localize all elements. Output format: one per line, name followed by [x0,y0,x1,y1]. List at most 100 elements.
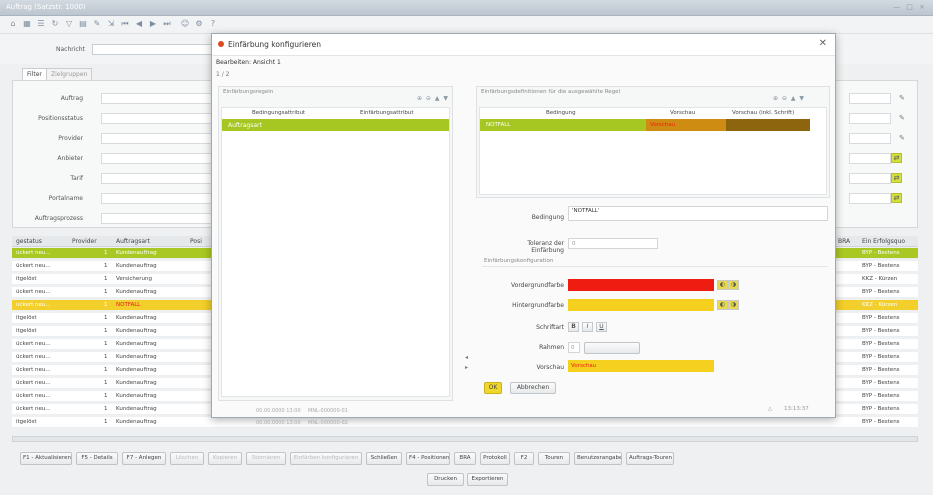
bottom-button-13[interactable]: Benutzerangaben [574,452,622,465]
select-icon[interactable]: ⇄ [891,193,902,203]
search-label: Nachricht [56,46,85,53]
settings-icon[interactable]: ⚙ [194,19,204,29]
rules-row[interactable]: Auftragsart [222,119,449,131]
filter-right-input-5[interactable] [849,173,891,184]
first-icon[interactable]: ⏮ [120,19,130,29]
border-label: Rahmen [539,344,564,351]
foreground-color-swatch[interactable] [568,279,714,291]
color-reset-icon[interactable]: ◑ [728,300,739,310]
filter-input-auftrag[interactable] [101,93,223,104]
filter-input-auftragsprozess[interactable] [101,213,223,224]
bottom-button-9[interactable]: BRA [454,452,476,465]
edit-icon[interactable]: ✎ [899,134,905,142]
tab-zielgruppen[interactable]: Zielgruppen [46,68,93,80]
filter-right-input-4[interactable] [849,153,891,164]
cell-status: ückert neu... [16,380,51,386]
bottom-button-6[interactable]: Einfärben konfigurieren [290,452,362,465]
help-icon[interactable]: ? [208,19,218,29]
ok-button[interactable]: OK [484,382,502,394]
cancel-button[interactable]: Abbrechen [510,382,556,394]
footer-date-2: 00.00.0000 13:00 [256,420,301,426]
print-button[interactable]: Drucken [427,473,464,486]
filter-right-input-2[interactable] [849,113,891,124]
export-icon[interactable]: ⇲ [106,19,116,29]
select-icon[interactable]: ⇄ [891,173,902,183]
splitter-right-arrow[interactable]: ▸ [465,364,468,371]
color-picker-icon[interactable]: ◐ [717,280,728,290]
bottom-button-2[interactable]: F7 - Anlegen [122,452,166,465]
splitter-left-arrow[interactable]: ◂ [465,354,468,361]
refresh-icon[interactable]: ↻ [50,19,60,29]
bottom-button-3[interactable]: Löschen [170,452,204,465]
bottom-button-4[interactable]: Kopieren [208,452,242,465]
user-icon[interactable]: ☺ [180,19,190,29]
close-icon[interactable]: ✕ [819,38,827,49]
filter-right-input-6[interactable] [849,193,891,204]
filter-right-input-3[interactable] [849,133,891,144]
edit-icon[interactable]: ✎ [899,94,905,102]
horizontal-scrollbar[interactable] [12,436,918,442]
column-header-bra[interactable]: BRA [838,238,850,245]
bottom-button-0[interactable]: F1 - Aktualisieren [20,452,72,465]
bottom-button-14[interactable]: Auftrags-Touren [626,452,674,465]
bold-button[interactable]: B [568,322,579,332]
prev-icon[interactable]: ◀ [134,19,144,29]
bottom-button-1[interactable]: F5 - Details [76,452,118,465]
cell-auftragsart: Kundenauftrag [116,419,157,425]
filter-input-positionsstatus[interactable] [101,113,223,124]
column-header-auftragsart[interactable]: Auftragsart [116,238,150,245]
color-reset-icon[interactable]: ◑ [728,280,739,290]
filter-label-auftrag: Auftrag [60,95,83,102]
border-color-button[interactable] [584,342,640,354]
grid-toolbar-icons[interactable]: ⊕ ⊖ ▲ ▼ [773,95,805,102]
last-icon[interactable]: ⏭ [162,19,172,29]
condition-input[interactable]: 'NOTFALL' [568,206,828,221]
select-icon[interactable]: ⇄ [891,153,902,163]
grid-toolbar-icons[interactable]: ⊕ ⊖ ▲ ▼ [417,95,449,102]
bottom-button-7[interactable]: Schließen [366,452,402,465]
tab-filter[interactable]: Filter [22,68,47,80]
home-icon[interactable]: ⌂ [8,19,18,29]
filter-input-tarif[interactable] [101,173,223,184]
italic-button[interactable]: I [582,322,593,332]
table-row[interactable]: itgelöst 1 Kundenauftrag BYP - Bestens [12,417,918,428]
cell-erfolgsquote: BYP - Bestens [862,250,900,256]
bottom-button-12[interactable]: Touren [538,452,570,465]
background-color-swatch[interactable] [568,299,714,311]
cell-auftragsart: Versicherung [116,276,152,282]
cell-provider: 1 [104,406,108,412]
column-header-posi[interactable]: Posi [190,238,202,245]
bottom-button-5[interactable]: Stornieren [246,452,286,465]
filter-input-provider[interactable] [101,133,223,144]
cell-status: ückert neu... [16,354,51,360]
bottom-button-8[interactable]: F4 - Positionen [406,452,450,465]
export-button[interactable]: Exportieren [467,473,508,486]
definitions-row[interactable]: NOTFALL Vorschau [480,119,810,131]
search-input[interactable] [92,44,212,55]
bottom-button-11[interactable]: F2 [514,452,534,465]
chart-icon[interactable]: ▤ [78,19,88,29]
filter-input-anbieter[interactable] [101,153,223,164]
filter-icon[interactable]: ▽ [64,19,74,29]
pen-icon[interactable]: ✎ [92,19,102,29]
border-input[interactable]: 0 [568,342,580,353]
section-divider [482,266,828,267]
next-icon[interactable]: ▶ [148,19,158,29]
cell-auftragsart: Kundenauftrag [116,354,157,360]
column-header-provider[interactable]: Provider [72,238,97,245]
filter-right-input-1[interactable] [849,93,891,104]
cell-erfolgsquote: BYP - Bestens [862,289,900,295]
underline-button[interactable]: U [596,322,607,332]
cell-erfolgsquote: BYP - Bestens [862,315,900,321]
column-header-erfolgsquote[interactable]: Ein Erfolgsquo [862,238,905,245]
window-controls[interactable]: — □ × [893,3,927,11]
color-picker-icon[interactable]: ◐ [717,300,728,310]
cell-erfolgsquote: BYP - Bestens [862,393,900,399]
column-header-status[interactable]: gestatus [16,238,42,245]
edit-icon[interactable]: ✎ [899,114,905,122]
list-icon[interactable]: ☰ [36,19,46,29]
grid-icon[interactable]: ▦ [22,19,32,29]
bottom-button-10[interactable]: Protokoll [480,452,510,465]
tolerance-input[interactable]: 0 [568,238,658,249]
filter-input-portalname[interactable] [101,193,223,204]
